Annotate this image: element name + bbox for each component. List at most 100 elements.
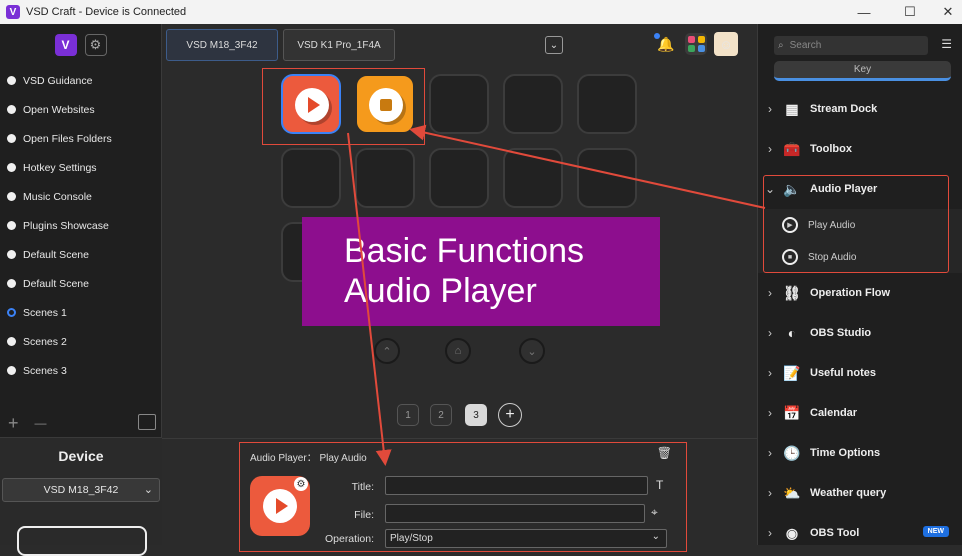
category-obs-tool[interactable]: › ◉ OBS Tool NEW <box>758 513 962 553</box>
plugin-panel: ⌕ Search ☰ Key › ▦ Stream Dock › 🧰 Toolbox ⌄ 🔈 A… <box>757 24 962 545</box>
scene-item[interactable]: Plugins Showcase <box>0 211 161 240</box>
key-empty[interactable] <box>429 74 489 134</box>
key-play-audio[interactable] <box>281 74 341 134</box>
page-button[interactable]: 3 <box>465 404 487 426</box>
category-audio-player[interactable]: ⌄ 🔈 Audio Player <box>758 169 962 209</box>
window-title: VSD Craft - Device is Connected <box>26 6 187 18</box>
properties-box: Audio Player： Play Audio 🗑 ⚙ Title: T Fi… <box>239 442 687 552</box>
page-button[interactable]: 1 <box>397 404 419 426</box>
key-empty[interactable] <box>577 148 637 208</box>
gear-icon[interactable]: ⚙ <box>294 477 308 491</box>
stop-icon <box>369 88 403 122</box>
key-empty[interactable] <box>503 74 563 134</box>
scene-item[interactable]: Default Scene <box>0 240 161 269</box>
category-weather-query[interactable]: › ⛅ Weather query <box>758 473 962 513</box>
device-select-value: VSD M18_3F42 <box>43 484 119 496</box>
operation-select[interactable]: Play/Stop ⌄ <box>385 529 667 548</box>
scene-label: Default Scene <box>23 248 89 261</box>
chevron-right-icon: › <box>768 446 772 460</box>
operation-label: Operation: <box>324 533 374 545</box>
chevron-down-icon[interactable]: ⌄ <box>545 36 563 54</box>
add-scene-button[interactable]: + <box>8 413 19 434</box>
chevron-right-icon: › <box>768 406 772 420</box>
home-icon[interactable]: ⌂ <box>445 338 471 364</box>
trash-icon[interactable]: 🗑 <box>657 446 672 460</box>
category-time-options[interactable]: › 🕒 Time Options <box>758 433 962 473</box>
category-toolbox[interactable]: › 🧰 Toolbox <box>758 129 962 169</box>
key-empty[interactable] <box>577 74 637 134</box>
text-format-icon[interactable]: T <box>656 478 663 492</box>
remove-scene-button[interactable]: — <box>35 416 47 430</box>
action-label: Play Audio <box>808 219 856 231</box>
scene-settings-icon[interactable] <box>138 414 156 430</box>
radio-dot-icon <box>7 366 16 375</box>
add-page-button[interactable]: + <box>498 403 522 427</box>
chevron-right-icon: › <box>768 286 772 300</box>
scene-label: Scenes 1 <box>23 306 67 319</box>
scene-item[interactable]: Music Console <box>0 182 161 211</box>
page-button[interactable]: 2 <box>430 404 452 426</box>
category-obs-studio[interactable]: › ◐ OBS Studio <box>758 313 962 353</box>
device-tab-k1-pro[interactable]: VSD K1 Pro_1F4A <box>283 29 395 61</box>
key-empty[interactable] <box>281 148 341 208</box>
search-input[interactable]: ⌕ Search <box>774 36 928 55</box>
action-label: Stop Audio <box>808 251 857 263</box>
scene-item[interactable]: Default Scene <box>0 269 161 298</box>
scene-item[interactable]: Hotkey Settings <box>0 153 161 182</box>
scene-toolbar: + — <box>0 410 162 436</box>
radio-dot-icon <box>7 76 16 85</box>
scene-item[interactable]: Scenes 1 <box>0 298 161 327</box>
scene-item[interactable]: Scenes 3 <box>0 356 161 385</box>
scene-label: Music Console <box>23 190 92 203</box>
category-useful-notes[interactable]: › 📝 Useful notes <box>758 353 962 393</box>
scene-item[interactable]: Open Files Folders <box>0 124 161 153</box>
action-play-audio[interactable]: ▶ Play Audio <box>758 209 962 241</box>
pick-file-icon[interactable]: ⌖ <box>651 505 658 520</box>
chevron-right-icon: › <box>768 142 772 156</box>
category-calendar[interactable]: › 📅 Calendar <box>758 393 962 433</box>
minimize-button[interactable]: — <box>841 0 887 24</box>
category-label: Audio Player <box>810 183 878 195</box>
search-icon: ⌕ <box>778 40 784 51</box>
bell-icon[interactable]: 🔔 <box>654 33 677 55</box>
device-title: Device <box>58 448 104 464</box>
scene-item[interactable]: Open Websites <box>0 95 161 124</box>
action-stop-audio[interactable]: ■ Stop Audio <box>758 241 962 273</box>
radio-dot-icon <box>7 105 16 114</box>
radio-dot-icon <box>7 337 16 346</box>
title-field[interactable] <box>385 476 648 495</box>
notification-dot <box>654 33 660 39</box>
key-icon-preview[interactable]: ⚙ <box>250 476 310 536</box>
key-empty[interactable] <box>503 148 563 208</box>
scene-item[interactable]: Scenes 2 <box>0 327 161 356</box>
settings-gear-icon[interactable]: ⚙ <box>84 34 107 56</box>
operation-value: Play/Stop <box>390 533 433 544</box>
apps-icon[interactable] <box>685 33 707 55</box>
key-properties-panel: Audio Player： Play Audio 🗑 ⚙ Title: T Fi… <box>162 438 757 552</box>
category-stream-dock[interactable]: › ▦ Stream Dock <box>758 89 962 129</box>
chevron-up-icon[interactable]: ⌃ <box>374 338 400 364</box>
scene-label: VSD Guidance <box>23 74 93 87</box>
key-empty[interactable] <box>355 148 415 208</box>
tab-key[interactable]: Key <box>774 61 951 81</box>
chevron-down-icon[interactable]: ⌄ <box>519 338 545 364</box>
vsd-logo-icon[interactable]: V <box>54 34 77 56</box>
device-select[interactable]: VSD M18_3F42 ⌄ <box>2 478 160 502</box>
category-operation-flow[interactable]: › ⛓ Operation Flow <box>758 273 962 313</box>
list-menu-icon[interactable]: ☰ <box>941 37 952 51</box>
note-icon: 📝 <box>783 364 801 381</box>
category-label: Calendar <box>810 407 858 419</box>
avatar[interactable]: ☺ <box>714 32 738 56</box>
chevron-down-icon: ⌄ <box>651 531 660 542</box>
key-stop-audio[interactable] <box>355 74 415 134</box>
scene-label: Scenes 2 <box>23 335 67 348</box>
radio-dot-icon <box>7 163 16 172</box>
device-tab-bar: VSD M18_3F42 VSD K1 Pro_1F4A ⌄ 🔔 ☺ <box>162 24 757 66</box>
close-button[interactable]: ✕ <box>925 0 962 24</box>
scene-sidebar: V ⚙ VSD Guidance Open Websites Open Files … <box>0 24 162 556</box>
file-field[interactable] <box>385 504 645 523</box>
scene-item[interactable]: VSD Guidance <box>0 66 161 95</box>
device-tab-m18[interactable]: VSD M18_3F42 <box>166 29 278 61</box>
category-label: Time Options <box>810 447 881 459</box>
key-empty[interactable] <box>429 148 489 208</box>
